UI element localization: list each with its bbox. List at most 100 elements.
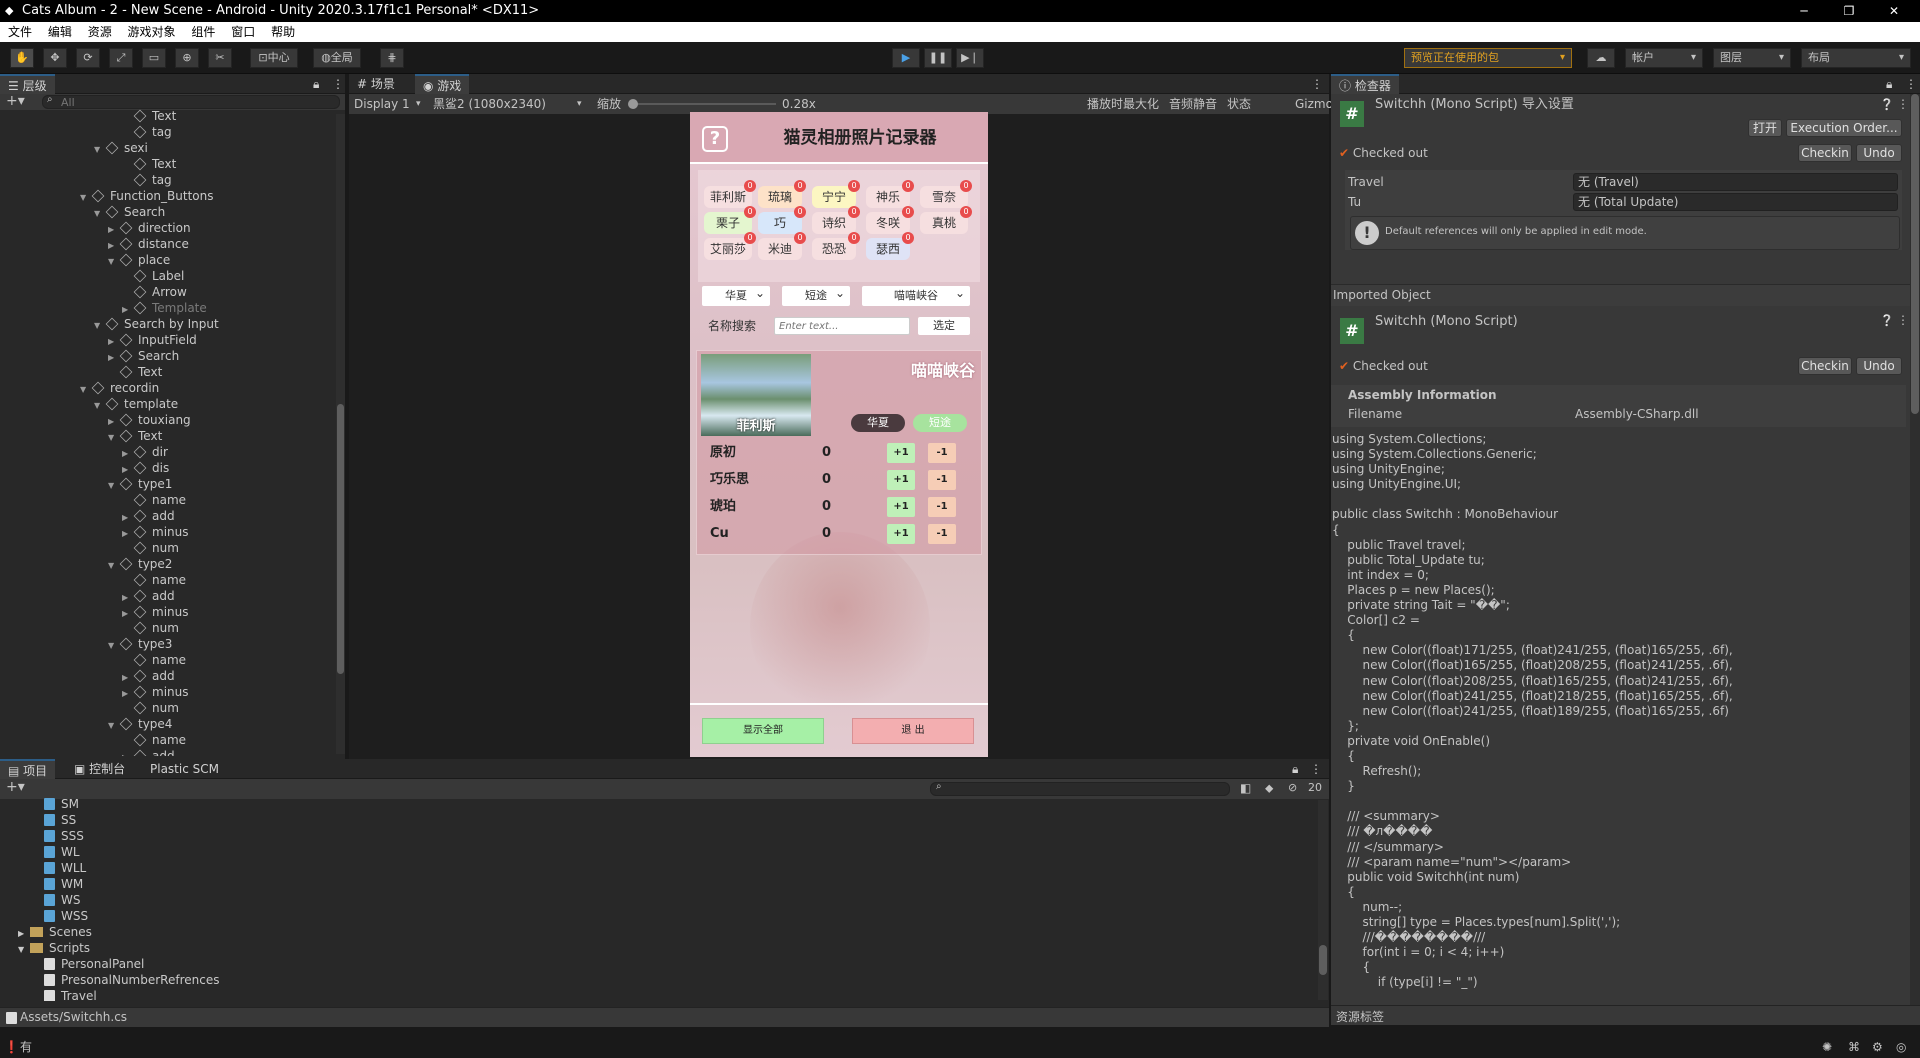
- hierarchy-item[interactable]: tag: [0, 172, 335, 188]
- layout-dropdown[interactable]: 布局: [1801, 48, 1911, 68]
- account-dropdown[interactable]: 帐户: [1625, 48, 1703, 68]
- expand-arrow-icon[interactable]: ▼: [94, 318, 106, 334]
- menu-gameobject[interactable]: 游戏对象: [128, 25, 176, 39]
- hierarchy-item[interactable]: ▶ dis: [0, 460, 335, 476]
- expand-arrow-icon[interactable]: ▼: [18, 942, 30, 958]
- hierarchy-item[interactable]: name: [0, 572, 335, 588]
- tab-project[interactable]: ▤ 项目: [0, 759, 56, 779]
- tab-plastic-scm[interactable]: Plastic SCM: [142, 759, 227, 779]
- hierarchy-item[interactable]: num: [0, 540, 335, 556]
- scale-tool-icon[interactable]: ⤢: [109, 48, 133, 68]
- hierarchy-item[interactable]: name: [0, 652, 335, 668]
- project-item[interactable]: WSS: [0, 908, 1310, 924]
- scale-slider[interactable]: [628, 99, 776, 109]
- custom-tool-icon[interactable]: ✂: [208, 48, 232, 68]
- hierarchy-item[interactable]: ▼ Search: [0, 204, 335, 220]
- project-item[interactable]: SSS: [0, 828, 1310, 844]
- move-tool-icon[interactable]: ✥: [43, 48, 67, 68]
- hierarchy-item[interactable]: ▼ type2: [0, 556, 335, 572]
- hierarchy-item[interactable]: ▼ type4: [0, 716, 335, 732]
- checkin-button[interactable]: Checkin: [1798, 357, 1852, 375]
- menu-assets[interactable]: 资源: [88, 25, 112, 39]
- hierarchy-item[interactable]: Arrow: [0, 284, 335, 300]
- scale-slider-handle[interactable]: [628, 99, 638, 109]
- decrement-button[interactable]: -1: [928, 524, 956, 544]
- collapse-arrow-icon[interactable]: ▶: [122, 750, 134, 756]
- character-chip[interactable]: 菲利斯 0: [704, 180, 756, 208]
- hierarchy-item[interactable]: ▶ distance: [0, 236, 335, 252]
- more-icon[interactable]: ⋮: [1310, 759, 1322, 779]
- hierarchy-item[interactable]: ▶ dir: [0, 444, 335, 460]
- character-chip[interactable]: 米迪 0: [758, 232, 806, 260]
- hierarchy-item[interactable]: ▶add: [0, 588, 335, 604]
- hierarchy-item[interactable]: ▼ Search by Input: [0, 316, 335, 332]
- pivot-toggle[interactable]: ⊡中心: [250, 48, 298, 68]
- menu-file[interactable]: 文件: [8, 25, 32, 39]
- expand-arrow-icon[interactable]: ▼: [94, 206, 106, 222]
- inspector-scroll-thumb[interactable]: [1911, 94, 1919, 414]
- hierarchy-item[interactable]: num: [0, 700, 335, 716]
- project-item[interactable]: WM: [0, 876, 1310, 892]
- stats-toggle[interactable]: 状态: [1227, 94, 1251, 114]
- hand-tool-icon[interactable]: ✋: [10, 48, 34, 68]
- decrement-button[interactable]: -1: [928, 443, 956, 463]
- more-icon[interactable]: ⋮: [1311, 74, 1323, 94]
- play-button[interactable]: ▶: [892, 48, 920, 68]
- package-dropdown[interactable]: 预览正在使用的包: [1404, 48, 1572, 68]
- hierarchy-item[interactable]: Text: [0, 156, 335, 172]
- character-chip[interactable]: 艾丽莎 0: [704, 232, 756, 260]
- expand-arrow-icon[interactable]: ▼: [108, 478, 120, 494]
- menu-component[interactable]: 组件: [191, 25, 215, 39]
- hierarchy-search-input[interactable]: [42, 95, 340, 109]
- help-button[interactable]: ?: [702, 126, 728, 152]
- lock-icon[interactable]: 🔒︎: [1886, 74, 1892, 94]
- expand-arrow-icon[interactable]: ▼: [80, 382, 92, 398]
- execution-order-button[interactable]: Execution Order...: [1786, 119, 1902, 137]
- increment-button[interactable]: +1: [887, 470, 915, 490]
- project-scroll-thumb[interactable]: [1319, 945, 1327, 975]
- hierarchy-item[interactable]: ▶ direction: [0, 220, 335, 236]
- project-item[interactable]: ▼ Scripts: [0, 940, 1310, 956]
- project-item[interactable]: SM: [0, 796, 1310, 812]
- undo-button[interactable]: Undo: [1856, 357, 1902, 375]
- hierarchy-item[interactable]: ▶ touxiang: [0, 412, 335, 428]
- decrement-button[interactable]: -1: [928, 497, 956, 517]
- bug-icon[interactable]: ✺: [1822, 1036, 1832, 1058]
- hierarchy-item[interactable]: ▶add: [0, 508, 335, 524]
- add-icon[interactable]: +▾: [6, 93, 25, 109]
- global-toggle[interactable]: ◍全局: [313, 48, 361, 68]
- project-item[interactable]: WS: [0, 892, 1310, 908]
- hierarchy-item[interactable]: ▶add: [0, 748, 335, 756]
- name-search-input[interactable]: [774, 317, 910, 335]
- place-dropdown[interactable]: 喵喵峡谷: [862, 283, 970, 306]
- mute-audio-toggle[interactable]: 音频静音: [1169, 94, 1217, 114]
- character-chip[interactable]: 雪奈 0: [920, 180, 972, 208]
- select-button[interactable]: 选定: [918, 317, 970, 335]
- menu-help[interactable]: 帮助: [271, 25, 295, 39]
- hidden-packages-icon[interactable]: ⊘: [1288, 781, 1297, 794]
- hierarchy-item[interactable]: ▼ Text: [0, 428, 335, 444]
- maximize-on-play-toggle[interactable]: 播放时最大化: [1087, 94, 1159, 114]
- exit-button[interactable]: 退 出: [852, 718, 974, 744]
- inspector-scrollbar[interactable]: [1910, 94, 1920, 1014]
- increment-button[interactable]: +1: [887, 443, 915, 463]
- character-chip[interactable]: 神乐 0: [866, 180, 914, 208]
- project-item[interactable]: PresonalNumberRefrences: [0, 972, 1310, 988]
- lock-icon[interactable]: 🔒︎: [1292, 759, 1298, 779]
- expand-arrow-icon[interactable]: ▼: [108, 430, 120, 446]
- project-item[interactable]: Travel: [0, 988, 1310, 1001]
- character-chip[interactable]: 冬咲 0: [866, 206, 914, 234]
- hierarchy-item[interactable]: Label: [0, 268, 335, 284]
- hierarchy-item[interactable]: num: [0, 620, 335, 636]
- hierarchy-item[interactable]: Text: [0, 108, 335, 124]
- hierarchy-item[interactable]: ▶ minus: [0, 604, 335, 620]
- expand-arrow-icon[interactable]: ▼: [108, 638, 120, 654]
- project-item[interactable]: PersonalPanel: [0, 956, 1310, 972]
- hierarchy-item[interactable]: ▼ template: [0, 396, 335, 412]
- character-chip[interactable]: 诗织 0: [812, 206, 860, 234]
- more-icon[interactable]: ⋮: [1905, 74, 1917, 94]
- rotate-tool-icon[interactable]: ⟳: [76, 48, 100, 68]
- project-search-input[interactable]: ⌕: [930, 781, 1230, 796]
- more-icon[interactable]: ⋮: [332, 74, 344, 94]
- hierarchy-item[interactable]: ▼ place: [0, 252, 335, 268]
